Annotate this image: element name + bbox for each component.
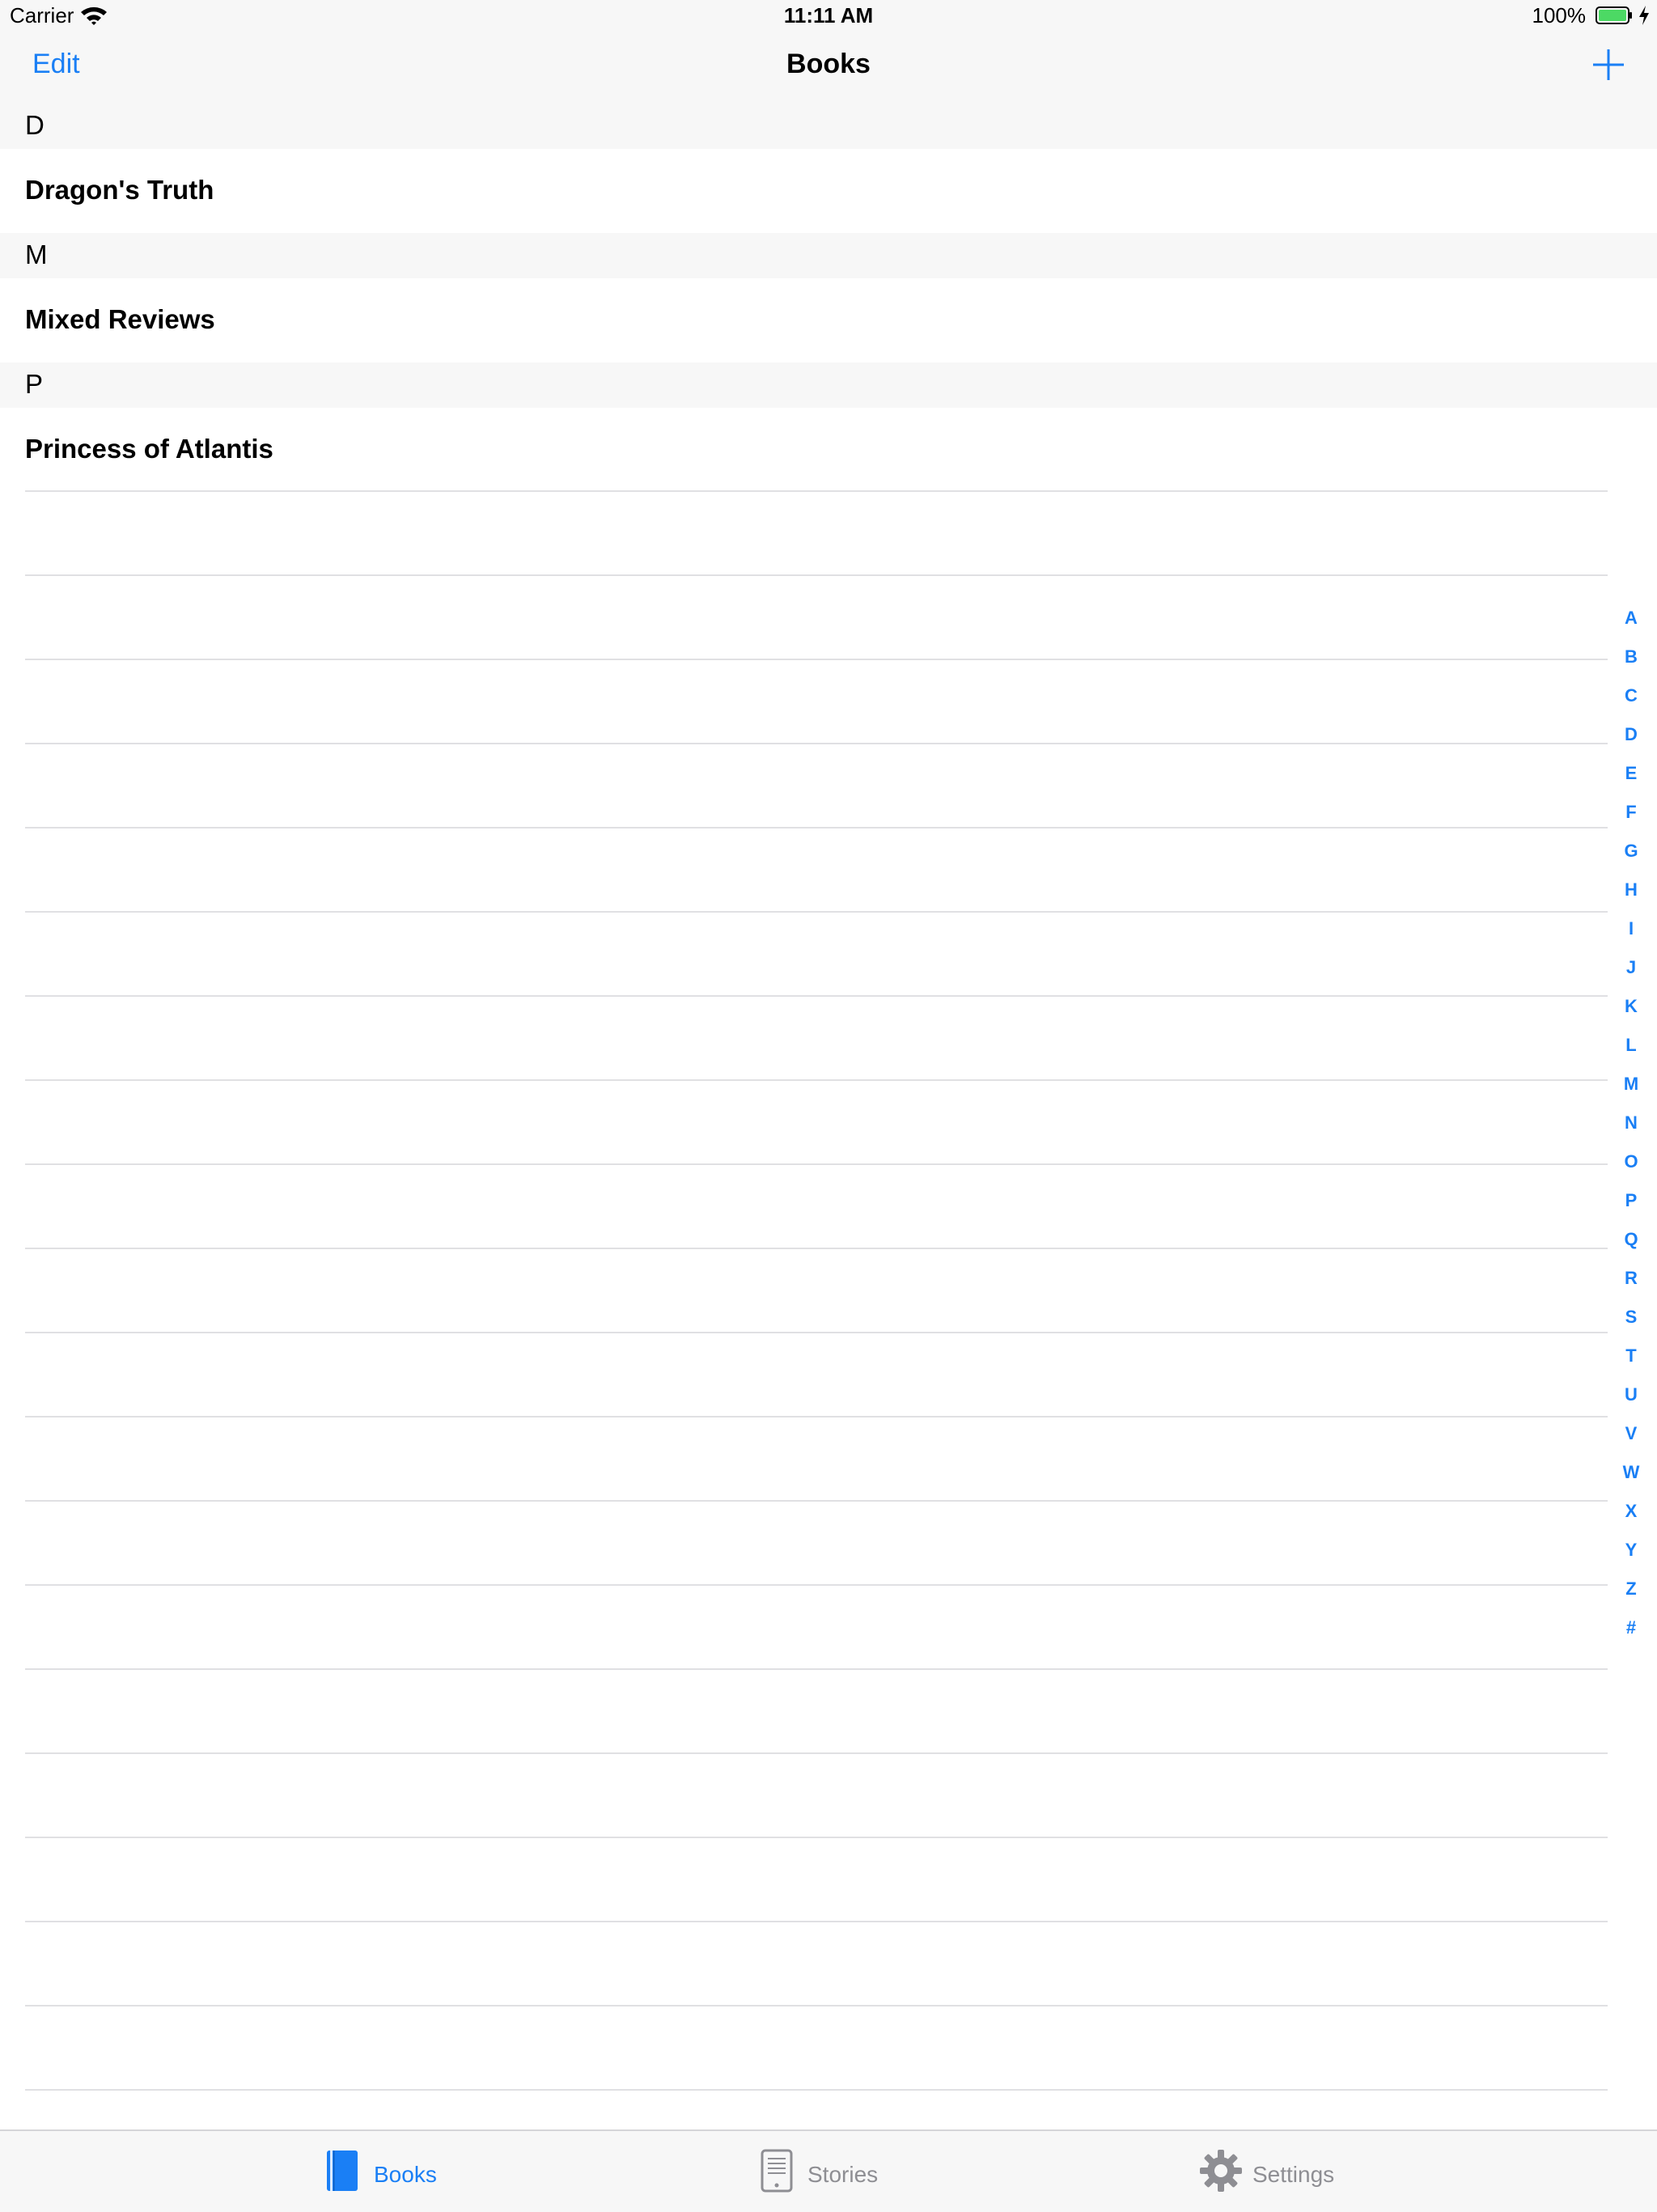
section-letter: D (25, 110, 44, 140)
book-title: Princess of Atlantis (25, 434, 273, 464)
index-letter[interactable]: # (1615, 1608, 1647, 1647)
index-letter[interactable]: N (1615, 1104, 1647, 1142)
index-letter[interactable]: X (1615, 1492, 1647, 1531)
tablet-icon (761, 2149, 793, 2193)
index-letter[interactable]: K (1615, 987, 1647, 1026)
index-letter[interactable]: U (1615, 1375, 1647, 1414)
section-letter: M (25, 239, 48, 269)
row-separator (25, 827, 1608, 828)
row-separator (25, 1163, 1608, 1165)
tab-stories[interactable]: Stories (759, 2131, 896, 2212)
tab-books[interactable]: Books (324, 2131, 453, 2212)
section-letter: P (25, 369, 44, 399)
index-letter[interactable]: J (1615, 948, 1647, 987)
row-separator (25, 1837, 1608, 1838)
plus-icon (1593, 49, 1624, 80)
row-separator (25, 911, 1608, 913)
index-letter[interactable]: C (1615, 676, 1647, 715)
tab-label: Books (374, 2162, 437, 2187)
gear-icon (1200, 2150, 1242, 2192)
row-separator (25, 1332, 1608, 1333)
row-separator (25, 1500, 1608, 1502)
row-separator (25, 1668, 1608, 1670)
index-letter[interactable]: O (1615, 1142, 1647, 1181)
add-button[interactable] (1591, 47, 1626, 83)
navigation-bar: Edit Books (0, 32, 1657, 105)
book-row[interactable]: Princess of Atlantis (0, 408, 1657, 492)
index-letter[interactable]: B (1615, 638, 1647, 676)
row-separator (25, 2089, 1608, 2091)
tab-settings[interactable]: Settings (1199, 2131, 1345, 2212)
row-separator (25, 743, 1608, 744)
index-letter[interactable]: F (1615, 793, 1647, 832)
index-letter[interactable]: E (1615, 754, 1647, 793)
section-header-m: M (0, 233, 1657, 278)
book-icon (327, 2151, 358, 2191)
status-time: 11:11 AM (783, 3, 874, 28)
section-index[interactable]: A B C D E F G H I J K L M N O P Q R S T U V W X Y Z # (1615, 599, 1647, 1647)
tab-label: Settings (1252, 2162, 1335, 2187)
row-separator (25, 1921, 1608, 1922)
row-separator (25, 490, 1608, 492)
index-letter[interactable]: T (1615, 1337, 1647, 1375)
book-title: Mixed Reviews (25, 304, 215, 334)
index-letter[interactable]: W (1615, 1453, 1647, 1492)
row-separator (25, 2005, 1608, 2006)
index-letter[interactable]: D (1615, 715, 1647, 754)
battery-percentage: 100% (1532, 3, 1587, 28)
index-letter[interactable]: Y (1615, 1531, 1647, 1570)
row-separator (25, 1752, 1608, 1754)
tab-bar: Books Stories Settings (0, 2129, 1657, 2212)
page-title: Books (786, 49, 871, 79)
row-separator (25, 574, 1608, 576)
row-separator (25, 1416, 1608, 1417)
index-letter[interactable]: V (1615, 1414, 1647, 1453)
row-separator (25, 1248, 1608, 1249)
row-separator (25, 659, 1608, 660)
row-separator (25, 1079, 1608, 1081)
tab-label: Stories (807, 2162, 879, 2187)
index-letter[interactable]: P (1615, 1181, 1647, 1220)
index-letter[interactable]: S (1615, 1298, 1647, 1337)
battery-icon (1596, 6, 1632, 24)
index-letter[interactable]: I (1615, 909, 1647, 948)
row-separator (25, 1584, 1608, 1586)
book-row[interactable]: Dragon's Truth (0, 149, 1657, 233)
section-header-p: P (0, 362, 1657, 408)
charging-icon (1639, 6, 1649, 25)
index-letter[interactable]: G (1615, 832, 1647, 871)
section-header-d: D (0, 104, 1657, 149)
book-row[interactable]: Mixed Reviews (0, 278, 1657, 362)
index-letter[interactable]: Q (1615, 1220, 1647, 1259)
row-separator (25, 995, 1608, 997)
index-letter[interactable]: A (1615, 599, 1647, 638)
index-letter[interactable]: R (1615, 1259, 1647, 1298)
index-letter[interactable]: L (1615, 1026, 1647, 1065)
book-title: Dragon's Truth (25, 175, 214, 205)
index-letter[interactable]: M (1615, 1065, 1647, 1104)
index-letter[interactable]: Z (1615, 1570, 1647, 1608)
status-bar: Carrier 11:11 AM 100% (0, 0, 1657, 32)
index-letter[interactable]: H (1615, 871, 1647, 909)
